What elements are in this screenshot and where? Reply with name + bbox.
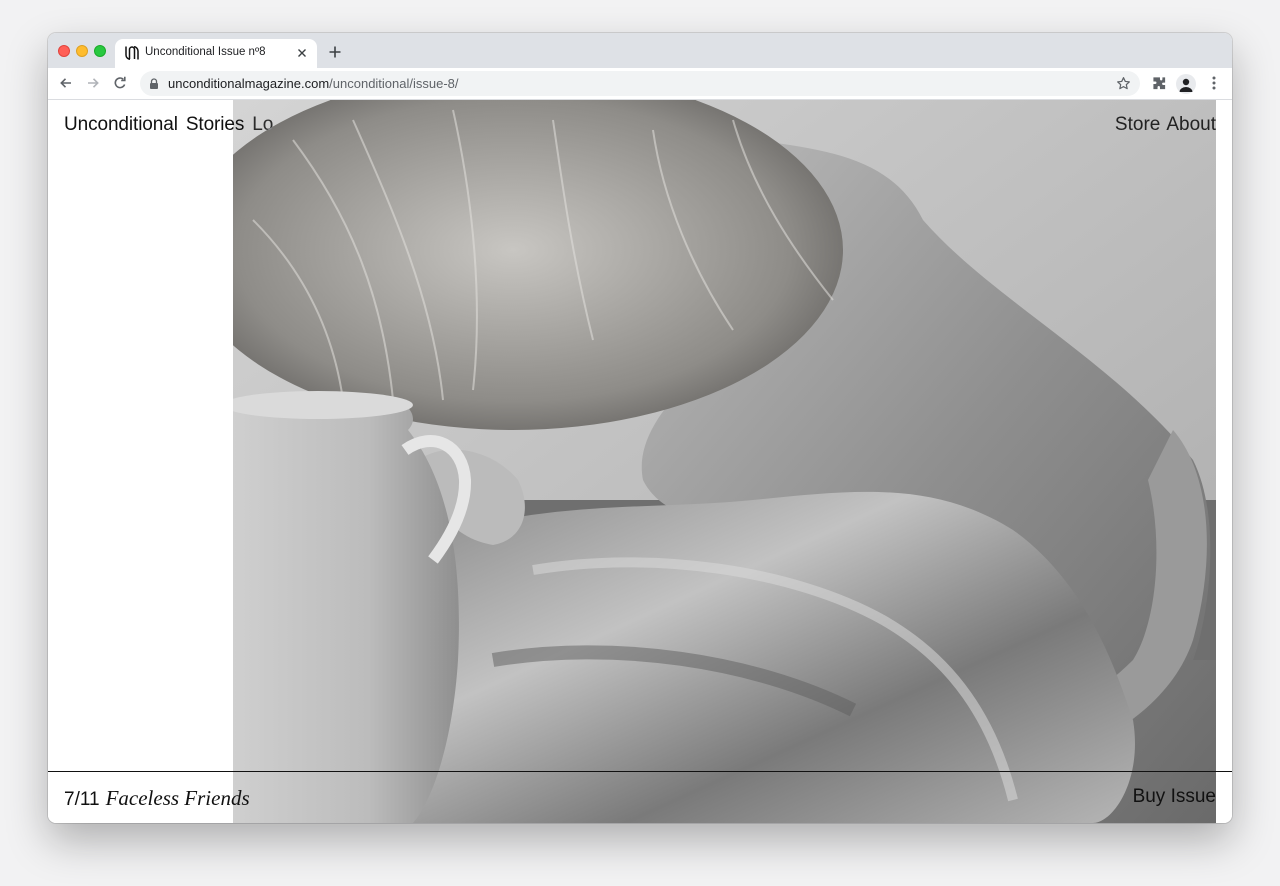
page-content: Unconditional Stories Lo Store About 7/11 Fa… bbox=[48, 100, 1232, 823]
nav-link-stories[interactable]: Stories bbox=[186, 114, 245, 135]
site-nav-right: Store About bbox=[1109, 114, 1216, 136]
brand-logo-link[interactable]: Unconditional bbox=[64, 114, 178, 135]
nav-link-truncated[interactable]: Lo bbox=[252, 114, 273, 135]
tab-active[interactable]: Unconditional Issue nº8 bbox=[115, 39, 317, 68]
extensions-icon[interactable] bbox=[1152, 76, 1167, 91]
profile-avatar-icon[interactable] bbox=[1176, 74, 1196, 94]
back-arrow-icon[interactable] bbox=[58, 75, 74, 91]
window-close-button[interactable] bbox=[58, 45, 70, 57]
url-text[interactable]: unconditionalmagazine.com/unconditional/… bbox=[168, 76, 459, 91]
forward-arrow-icon[interactable] bbox=[85, 75, 101, 91]
tab-title: Unconditional Issue nº8 bbox=[145, 46, 266, 58]
browser-toolbar: unconditionalmagazine.com/unconditional/… bbox=[48, 68, 1232, 100]
address-bar[interactable]: unconditionalmagazine.com/unconditional/… bbox=[140, 71, 1140, 96]
tab-close-icon[interactable] bbox=[296, 47, 308, 59]
url-host: unconditionalmagazine.com bbox=[168, 76, 330, 91]
site-favicon-icon bbox=[125, 46, 139, 60]
url-path: /unconditional/issue-8/ bbox=[329, 76, 459, 91]
star-icon[interactable] bbox=[1116, 76, 1131, 91]
story-title[interactable]: Faceless Friends bbox=[106, 786, 250, 810]
lock-icon[interactable] bbox=[149, 78, 159, 89]
tab-strip: Unconditional Issue nº8 bbox=[48, 33, 1232, 68]
nav-link-store[interactable]: Store bbox=[1115, 114, 1160, 135]
hero-photo[interactable] bbox=[233, 100, 1216, 823]
new-tab-plus-icon[interactable] bbox=[327, 44, 343, 60]
reload-icon[interactable] bbox=[112, 75, 128, 91]
person-icon bbox=[1179, 78, 1193, 92]
window-maximize-button[interactable] bbox=[94, 45, 106, 57]
browser-window: Unconditional Issue nº8 unconditionalmag… bbox=[48, 33, 1232, 823]
kebab-menu-icon[interactable] bbox=[1208, 75, 1220, 91]
slide-caption: 7/11 Faceless Friends bbox=[64, 786, 250, 811]
site-nav-left: Unconditional Stories Lo bbox=[64, 114, 281, 136]
window-minimize-button[interactable] bbox=[76, 45, 88, 57]
slide-counter: 7/11 bbox=[64, 789, 100, 810]
footer-divider bbox=[48, 771, 1232, 772]
nav-link-about[interactable]: About bbox=[1166, 114, 1216, 135]
buy-issue-link[interactable]: Buy Issue bbox=[1133, 786, 1216, 808]
